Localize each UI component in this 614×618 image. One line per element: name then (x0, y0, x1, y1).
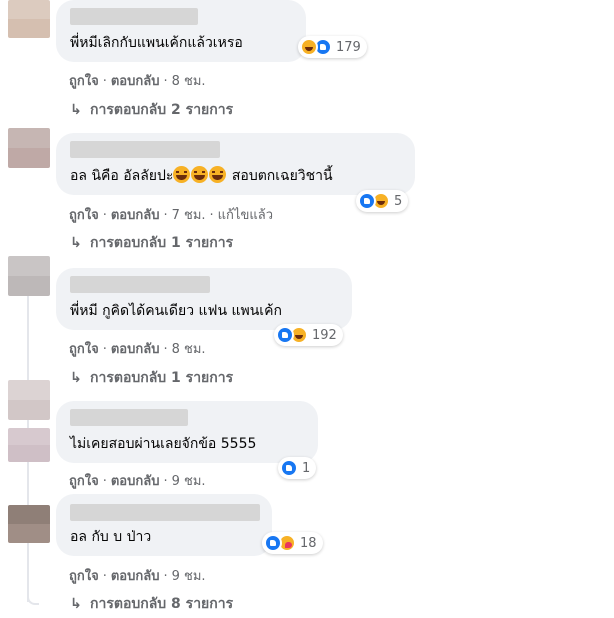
author-name-blurred[interactable] (70, 276, 210, 293)
comment-actions: ถูกใจ · ตอบกลับ · 8 ชม. (69, 74, 206, 89)
comment-actions: ถูกใจ · ตอบกลับ · 8 ชม. (69, 342, 206, 357)
like-link[interactable]: ถูกใจ (69, 208, 99, 223)
reaction-summary[interactable]: 179 (298, 36, 367, 58)
author-name-blurred[interactable] (70, 8, 198, 25)
like-link[interactable]: ถูกใจ (69, 342, 99, 357)
reaction-count: 179 (336, 39, 361, 55)
reaction-count: 5 (394, 193, 403, 209)
avatar[interactable] (8, 128, 50, 168)
comment-text: อล กับ บ ป่าว (70, 529, 152, 545)
comment-bubble: ไม่เคยสอบผ่านเลยจักข้อ 5555 (56, 401, 318, 463)
like-icon (264, 534, 282, 552)
comment-bubble: พี่หมี กูคิดได้คนเดียว แฟน แพนเค้ก (56, 268, 352, 330)
reaction-count: 18 (300, 535, 317, 551)
reply-link[interactable]: ตอบกลับ (111, 74, 160, 89)
emoji-laughing (173, 166, 227, 184)
reaction-count: 1 (302, 460, 311, 476)
like-icon (358, 192, 376, 210)
comment-actions: ถูกใจ · ตอบกลับ · 7 ชม. · แก้ไขแล้ว (69, 208, 273, 223)
avatar[interactable] (8, 256, 50, 296)
reaction-summary[interactable]: 18 (262, 532, 323, 554)
view-replies-link[interactable]: ↳ การตอบกลับ 8 รายการ (70, 593, 233, 615)
reply-arrow-icon: ↳ (70, 596, 82, 612)
haha-icon (300, 38, 318, 56)
reply-link[interactable]: ตอบกลับ (111, 569, 160, 584)
like-icon (280, 459, 298, 477)
thread-line-tail (27, 596, 39, 605)
like-link[interactable]: ถูกใจ (69, 74, 99, 89)
comment-bubble: อล นิคือ อัลลัยปะ สอบตกเฉยวิชานี้ (56, 133, 415, 195)
reply-arrow-icon: ↳ (70, 235, 82, 251)
edited-label[interactable]: แก้ไขแล้ว (218, 208, 273, 223)
like-link[interactable]: ถูกใจ (69, 474, 99, 489)
comment-text: พี่หมีเลิกกับแพนเค้กแล้วเหรอ (70, 35, 243, 51)
author-name-blurred[interactable] (70, 504, 260, 521)
reaction-count: 192 (312, 327, 337, 343)
reaction-summary[interactable]: 1 (278, 457, 317, 479)
comment-actions: ถูกใจ · ตอบกลับ · 9 ชม. (69, 569, 206, 584)
view-replies-link[interactable]: ↳ การตอบกลับ 2 รายการ (70, 99, 233, 121)
comment-text: อล นิคือ อัลลัยปะ สอบตกเฉยวิชานี้ (70, 166, 333, 184)
avatar[interactable] (8, 428, 50, 462)
reply-link[interactable]: ตอบกลับ (111, 474, 160, 489)
avatar[interactable] (8, 0, 50, 38)
timestamp[interactable]: 8 ชม. (172, 74, 206, 89)
timestamp[interactable]: 8 ชม. (172, 342, 206, 357)
view-replies-link[interactable]: ↳ การตอบกลับ 1 รายการ (70, 232, 233, 254)
reply-arrow-icon: ↳ (70, 102, 82, 118)
comment-bubble: อล กับ บ ป่าว (56, 494, 272, 556)
reply-link[interactable]: ตอบกลับ (111, 208, 160, 223)
reaction-summary[interactable]: 192 (274, 324, 343, 346)
view-replies-link[interactable]: ↳ การตอบกลับ 1 รายการ (70, 367, 233, 389)
reply-arrow-icon: ↳ (70, 370, 82, 386)
timestamp[interactable]: 9 ชม. (172, 569, 206, 584)
like-icon (276, 326, 294, 344)
comment-text: ไม่เคยสอบผ่านเลยจักข้อ 5555 (70, 436, 257, 452)
like-link[interactable]: ถูกใจ (69, 569, 99, 584)
author-name-blurred[interactable] (70, 409, 188, 426)
comment-bubble: พี่หมีเลิกกับแพนเค้กแล้วเหรอ (56, 0, 306, 62)
timestamp[interactable]: 9 ชม. (172, 474, 206, 489)
reply-link[interactable]: ตอบกลับ (111, 342, 160, 357)
comment-actions: ถูกใจ · ตอบกลับ · 9 ชม. (69, 474, 206, 489)
reaction-summary[interactable]: 5 (356, 190, 409, 212)
avatar[interactable] (8, 380, 50, 420)
avatar[interactable] (8, 505, 50, 543)
author-name-blurred[interactable] (70, 141, 220, 158)
comment-text: พี่หมี กูคิดได้คนเดียว แฟน แพนเค้ก (70, 303, 282, 319)
timestamp[interactable]: 7 ชม. (172, 208, 206, 223)
